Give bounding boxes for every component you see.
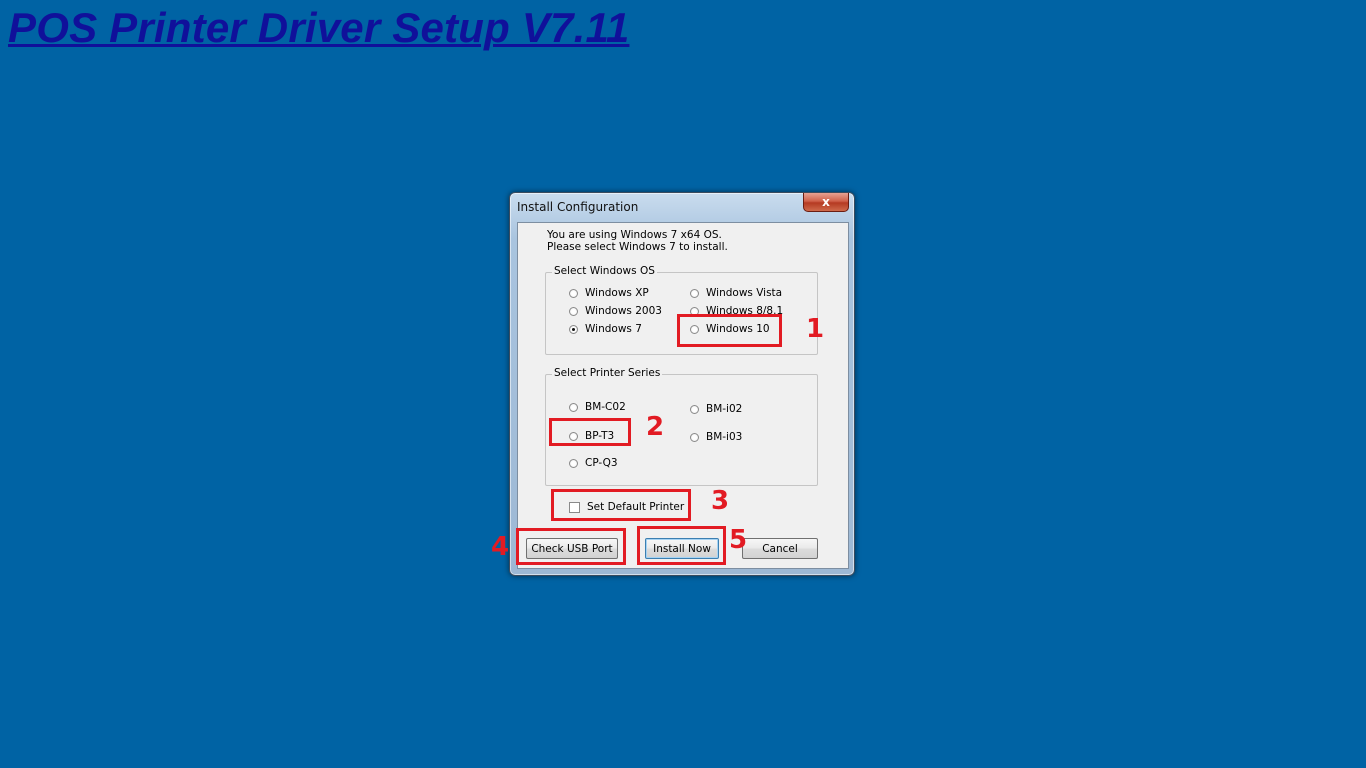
close-icon: x [822,195,830,209]
radio-label: Windows 7 [585,323,642,335]
radio-label: CP-Q3 [585,457,618,469]
radio-circle-icon [569,288,578,298]
radio-circle-icon [690,432,699,442]
os-info-text: You are using Windows 7 x64 OS. Please s… [547,229,728,253]
select-printer-series-label: Select Printer Series [552,367,663,379]
radio-windows-xp[interactable]: Windows XP [569,287,649,299]
radio-circle-icon [569,402,578,412]
select-os-group-label: Select Windows OS [552,265,657,277]
annotation-box-1 [677,314,782,347]
annotation-box-2 [549,418,631,446]
radio-label: Windows Vista [706,287,783,299]
radio-bm-i02[interactable]: BM-i02 [690,403,742,415]
annotation-box-5 [637,526,726,565]
radio-circle-icon [569,458,578,468]
annotation-number-1: 1 [806,314,825,344]
radio-windows-vista[interactable]: Windows Vista [690,287,782,299]
os-info-line: You are using Windows 7 x64 OS. [547,229,722,241]
cancel-button[interactable]: Cancel [742,538,818,559]
radio-circle-icon [690,288,699,298]
radio-label: BM-i03 [706,431,743,443]
os-info-line: Please select Windows 7 to install. [547,241,728,253]
annotation-number-3: 3 [711,486,730,516]
close-button[interactable]: x [803,193,849,212]
radio-windows-7[interactable]: Windows 7 [569,323,642,335]
page-title: POS Printer Driver Setup V7.11 [8,4,630,51]
radio-circle-icon [569,306,578,316]
annotation-box-3 [551,489,691,521]
radio-cp-q3[interactable]: CP-Q3 [569,457,618,469]
annotation-number-5: 5 [729,525,748,555]
radio-windows-2003[interactable]: Windows 2003 [569,305,662,317]
window-title: Install Configuration [517,200,639,214]
radio-label: Windows 2003 [585,305,662,317]
radio-checked-icon [569,324,578,334]
radio-label: Windows XP [585,287,649,299]
radio-bm-i03[interactable]: BM-i03 [690,431,742,443]
radio-label: BM-C02 [585,401,626,413]
annotation-number-2: 2 [646,412,665,442]
radio-circle-icon [690,404,699,414]
annotation-box-4 [516,528,626,565]
annotation-number-4: 4 [491,532,510,562]
radio-label: BM-i02 [706,403,743,415]
radio-bm-c02[interactable]: BM-C02 [569,401,626,413]
